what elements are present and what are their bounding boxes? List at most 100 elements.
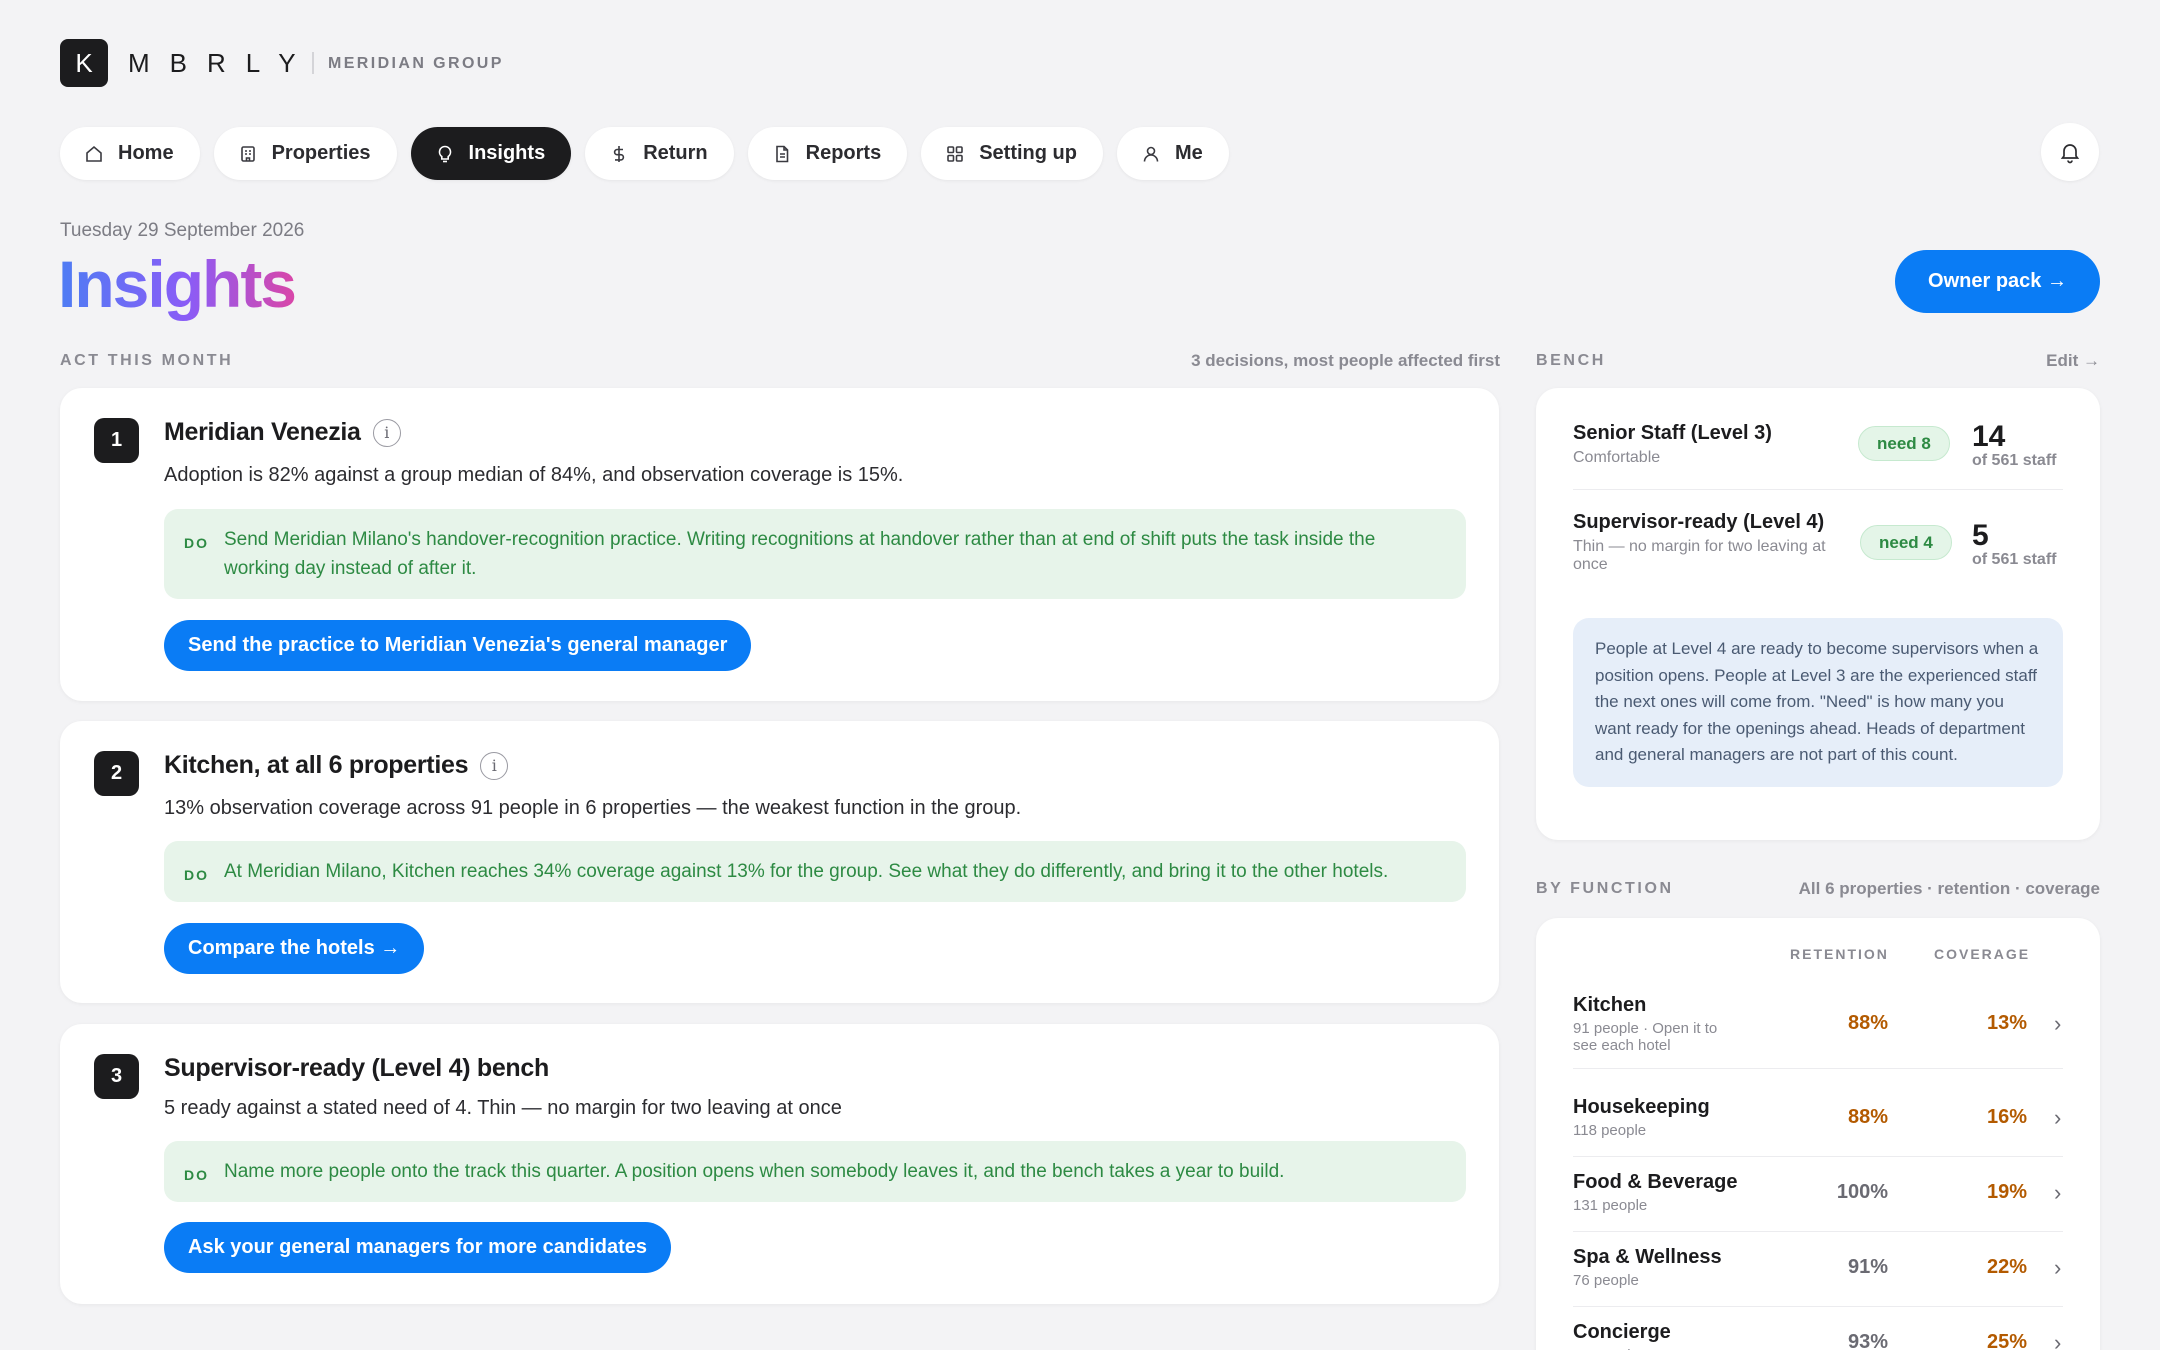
decision-number: 3 [94,1054,139,1099]
retention-value: 100% [1836,1181,1888,1203]
do-recommendation: DO At Meridian Milano, Kitchen reaches 3… [164,841,1466,902]
nav-reports[interactable]: Reports [747,127,908,180]
bell-icon [2060,144,2080,164]
bench-level-status: Thin — no margin for two leaving at once [1573,538,1826,573]
do-recommendation: DO Name more people onto the track this … [164,1141,1466,1202]
nav-label: Setting up [979,142,1077,164]
do-text: Send Meridian Milano's handover-recognit… [224,529,1376,579]
nav-home[interactable]: Home [60,127,200,180]
compare-hotels-button[interactable]: Compare the hotels → [164,923,425,974]
decision-title: Kitchen, at all 6 properties i [164,751,509,780]
group-name: MERIDIAN GROUP [328,55,504,72]
retention-column-header: RETENTION [1790,946,1889,962]
do-text: At Meridian Milano, Kitchen reaches 34% … [224,861,1389,882]
nav-label: Insights [468,142,546,164]
chevron-right-icon[interactable]: › [2054,1330,2061,1350]
coverage-value: 22% [1986,1256,2027,1278]
info-icon[interactable]: i [372,418,401,447]
lightbulb-icon [438,145,451,162]
function-section-label: BY FUNCTION [1536,880,1674,897]
bench-total: of 561 staff [1972,452,2057,469]
function-card: RETENTION COVERAGE Kitchen 91 people · O… [1536,918,2100,1350]
do-tag: DO [184,1167,209,1183]
bench-total: of 561 staff [1972,551,2057,568]
user-icon [1143,146,1159,162]
coverage-value: 13% [1986,1012,2027,1034]
bench-row[interactable]: Supervisor-ready (Level 4) Thin — no mar… [1573,511,1843,574]
send-practice-button[interactable]: Send the practice to Meridian Venezia's … [164,620,752,671]
decision-title-text: Kitchen, at all 6 properties [164,751,469,779]
bench-explanation: People at Level 4 are ready to become su… [1573,618,2063,787]
coverage-column-header: COVERAGE [1934,946,2031,962]
act-section-meta: 3 decisions, most people affected first [1191,351,1500,370]
coverage-value: 25% [1986,1331,2027,1350]
retention-value: 88% [1847,1012,1888,1034]
bench-edit-link[interactable]: Edit → [2046,351,2100,371]
decision-title-text: Supervisor-ready (Level 4) bench [164,1054,549,1082]
ask-managers-button[interactable]: Ask your general managers for more candi… [164,1222,672,1273]
function-row[interactable]: Kitchen 91 people · Open it to see each … [1573,994,1743,1054]
page-date: Tuesday 29 September 2026 [60,220,305,241]
row-divider [1573,1231,2063,1232]
chevron-right-icon[interactable]: › [2054,1105,2061,1131]
nav-properties[interactable]: Properties [213,127,397,180]
dollar-icon [614,145,625,162]
grid-icon [947,145,964,162]
need-badge: need 4 [1860,525,1952,560]
bench-card: Senior Staff (Level 3) Comfortable need … [1536,388,2100,840]
bench-section-label: BENCH [1536,352,1606,369]
brand-name: MBRLY [128,48,316,78]
retention-value: 88% [1847,1106,1888,1128]
nav-label: Reports [805,142,882,164]
function-section-meta: All 6 properties · retention · coverage [1798,879,2100,898]
bench-level-name: Supervisor-ready (Level 4) [1573,511,1825,533]
document-icon [775,145,788,162]
home-icon [86,145,102,162]
bench-count: 14 [1972,420,2006,453]
page-title: Insights [58,247,297,321]
nav-setting-up[interactable]: Setting up [921,127,1103,180]
nav-me[interactable]: Me [1116,127,1229,180]
decision-number: 1 [94,418,139,463]
info-icon[interactable]: i [480,751,509,780]
do-tag: DO [184,867,209,883]
chevron-right-icon[interactable]: › [2054,1180,2061,1206]
act-section-label: ACT THIS MONTH [60,352,234,369]
decision-text: Adoption is 82% against a group median o… [164,464,904,486]
owner-pack-button[interactable]: Owner pack → [1895,250,2100,313]
decision-title-text: Meridian Venezia [164,418,361,446]
nav-label: Return [643,142,708,164]
decision-text: 13% observation coverage across 91 peopl… [164,797,1022,819]
retention-value: 93% [1847,1331,1888,1350]
function-people: 91 people · Open it to see each hotel [1573,1020,1718,1054]
building-icon [240,145,255,162]
do-recommendation: DO Send Meridian Milano's handover-recog… [164,509,1466,599]
main-nav: Home Properties Insights Return Reports … [60,127,1229,180]
bench-divider [1573,489,2063,490]
notifications-button[interactable] [2041,123,2099,181]
logo-letter: K [75,47,93,78]
decision-title: Supervisor-ready (Level 4) bench [164,1054,549,1083]
decision-card: 3 Supervisor-ready (Level 4) bench 5 rea… [60,1024,1499,1304]
function-name: Kitchen [1573,994,1647,1016]
brand-divider [312,52,314,74]
app-logo[interactable]: K [60,39,108,87]
bench-count: 5 [1972,519,1989,552]
decision-number: 2 [94,751,139,796]
chevron-right-icon[interactable]: › [2054,1255,2061,1281]
do-text: Name more people onto the track this qua… [224,1161,1285,1182]
nav-label: Me [1174,142,1203,164]
chevron-right-icon[interactable]: › [2054,1011,2061,1037]
nav-return[interactable]: Return [585,127,734,180]
decision-text: 5 ready against a stated need of 4. Thin… [164,1097,842,1119]
row-divider [1573,1068,2063,1069]
row-divider [1573,1306,2063,1307]
do-tag: DO [184,535,209,551]
need-badge: need 8 [1858,426,1950,461]
nav-insights[interactable]: Insights [410,127,572,180]
decision-title: Meridian Venezia i [164,418,401,447]
row-divider [1573,1156,2063,1157]
nav-label: Home [118,142,174,164]
nav-label: Properties [271,142,371,164]
decision-card: 1 Meridian Venezia i Adoption is 82% aga… [60,388,1499,701]
